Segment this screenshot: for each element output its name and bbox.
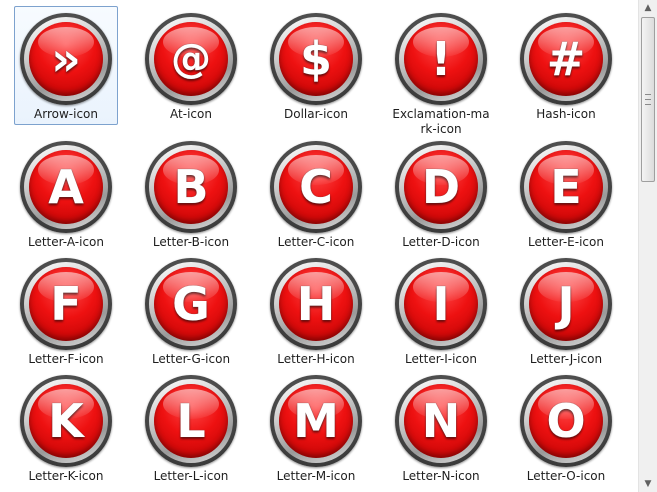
scroll-up-arrow-icon[interactable]: ▲ [640,0,656,16]
letter-j-badge-icon: J [520,258,612,350]
file-item-exclamation-mark-icon[interactable]: ! Exclamation-mark-icon [389,6,493,140]
letter-b-badge-icon: B [145,141,237,233]
file-label: Letter-F-icon [28,352,104,366]
file-label: Arrow-icon [34,107,98,121]
file-item-dollar-icon[interactable]: $ Dollar-icon [264,6,368,125]
file-item-letter-g-icon[interactable]: G Letter-G-icon [139,257,243,368]
letter-m-badge-icon: M [270,375,362,467]
scrollbar-thumb[interactable] [641,17,655,182]
file-item-letter-e-icon[interactable]: E Letter-E-icon [514,140,618,251]
letter-l-badge-icon: L [145,375,237,467]
file-item-letter-a-icon[interactable]: A Letter-A-icon [14,140,118,251]
file-label: Letter-C-icon [277,235,355,249]
file-label: Hash-icon [536,107,596,121]
letter-i-badge-icon: I [395,258,487,350]
letter-o-badge-icon: O [520,375,612,467]
arrow-badge-icon: » [20,13,112,105]
file-icon-grid: » Arrow-icon @ At-icon $ Dollar-icon ! E… [0,0,638,492]
file-label: At-icon [170,107,212,121]
file-label: Letter-L-icon [153,469,229,483]
file-label: Letter-G-icon [151,352,231,366]
file-label: Letter-D-icon [402,235,480,249]
vertical-scrollbar[interactable]: ▲ ▼ [638,0,657,492]
scroll-down-arrow-icon[interactable]: ▼ [640,476,656,492]
file-item-letter-o-icon[interactable]: O Letter-O-icon [514,374,618,485]
file-item-letter-h-icon[interactable]: H Letter-H-icon [264,257,368,368]
file-label: Letter-N-icon [402,469,480,483]
file-label: Letter-M-icon [276,469,356,483]
file-item-letter-i-icon[interactable]: I Letter-I-icon [389,257,493,368]
file-item-arrow-icon[interactable]: » Arrow-icon [14,6,118,125]
file-label: Dollar-icon [284,107,348,121]
letter-f-badge-icon: F [20,258,112,350]
file-label: Letter-O-icon [526,469,606,483]
file-label: Letter-B-icon [152,235,230,249]
file-item-hash-icon[interactable]: # Hash-icon [514,6,618,125]
file-item-letter-l-icon[interactable]: L Letter-L-icon [139,374,243,485]
hash-badge-icon: # [520,13,612,105]
file-label: Letter-K-icon [28,469,104,483]
letter-g-badge-icon: G [145,258,237,350]
grip-icon [645,94,651,105]
file-label: Letter-A-icon [27,235,105,249]
letter-e-badge-icon: E [520,141,612,233]
letter-k-badge-icon: K [20,375,112,467]
file-label: Letter-J-icon [529,352,603,366]
file-item-letter-n-icon[interactable]: N Letter-N-icon [389,374,493,485]
file-item-letter-c-icon[interactable]: C Letter-C-icon [264,140,368,251]
letter-d-badge-icon: D [395,141,487,233]
file-item-letter-m-icon[interactable]: M Letter-M-icon [264,374,368,485]
dollar-badge-icon: $ [270,13,362,105]
file-item-letter-b-icon[interactable]: B Letter-B-icon [139,140,243,251]
file-item-letter-d-icon[interactable]: D Letter-D-icon [389,140,493,251]
file-item-at-icon[interactable]: @ At-icon [139,6,243,125]
at-sign-badge-icon: @ [145,13,237,105]
file-item-letter-f-icon[interactable]: F Letter-F-icon [14,257,118,368]
letter-c-badge-icon: C [270,141,362,233]
file-label: Letter-I-icon [405,352,477,366]
file-label: Letter-H-icon [277,352,355,366]
letter-h-badge-icon: H [270,258,362,350]
file-label: Letter-E-icon [528,235,604,249]
file-item-letter-j-icon[interactable]: J Letter-J-icon [514,257,618,368]
letter-n-badge-icon: N [395,375,487,467]
file-label: Exclamation-mark-icon [392,107,490,136]
exclamation-badge-icon: ! [395,13,487,105]
file-item-letter-k-icon[interactable]: K Letter-K-icon [14,374,118,485]
letter-a-badge-icon: A [20,141,112,233]
